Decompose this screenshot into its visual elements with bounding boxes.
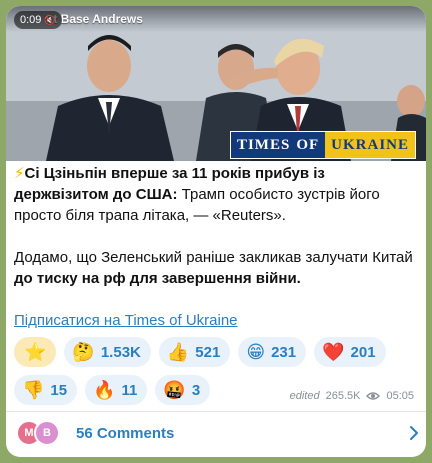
message-time: 05:05: [386, 390, 414, 402]
reaction-grin[interactable]: 😁 231: [238, 337, 307, 367]
avatar: B: [34, 420, 60, 446]
star-icon: ⭐: [24, 342, 47, 362]
reaction-angry[interactable]: 🤬 3: [155, 375, 211, 405]
duration-text: 0:09: [20, 14, 42, 26]
reaction-count: 15: [50, 381, 68, 399]
video-duration-badge: 0:09 🔇: [14, 11, 62, 29]
thumbs-down-icon: 👎: [22, 380, 45, 400]
watermark-times: TIMES: [230, 132, 297, 158]
lightning-icon: ⚡: [14, 165, 25, 182]
avatar-initial: B: [43, 427, 51, 439]
paragraph-2-bold: до тиску на рф для завершення війни.: [14, 270, 301, 287]
comments-divider: [6, 411, 426, 412]
reaction-fire[interactable]: 🔥 11: [85, 375, 148, 405]
paragraph-2: Додамо, що Зеленський раніше закликав за…: [14, 247, 418, 289]
message-bubble: nt Base Andrews 0:09 🔇 TIMES OF UKRAINE …: [6, 6, 426, 457]
heart-icon: ❤️: [322, 342, 345, 362]
reaction-count: 11: [121, 381, 138, 399]
reaction-heart[interactable]: ❤️ 201: [314, 337, 386, 367]
view-count: 265.5K: [325, 390, 361, 402]
watermark-of: OF: [296, 132, 326, 158]
thumbs-up-icon: 👍: [166, 342, 190, 362]
fire-icon: 🔥: [93, 380, 116, 400]
reactions-row-1: ⭐ 🤔 1.53K 👍 521 😁 231 ❤️ 201: [14, 337, 418, 367]
reaction-star[interactable]: ⭐: [14, 337, 57, 367]
reaction-count: 231: [271, 343, 297, 361]
reaction-thumbs-up[interactable]: 👍 521: [158, 337, 231, 367]
reaction-count: 1.53K: [100, 343, 141, 361]
paragraph-1: ⚡Сі Цзіньпін вперше за 11 років прибув і…: [14, 163, 418, 226]
reaction-thumbs-down[interactable]: 👎 15: [14, 375, 78, 405]
reaction-count: 3: [191, 381, 201, 399]
chevron-right-icon: [410, 426, 418, 440]
subscribe-link[interactable]: Підписатися на Times of Ukraine: [14, 312, 238, 329]
watermark-ukraine: UKRAINE: [325, 132, 415, 158]
eye-icon: [366, 392, 381, 400]
post-text: ⚡Сі Цзіньпін вперше за 11 років прибув і…: [14, 163, 418, 331]
thinking-icon: 🤔: [72, 342, 95, 362]
grin-icon: 😁: [246, 342, 266, 362]
reaction-count: 201: [350, 343, 376, 361]
muted-icon: 🔇: [44, 15, 56, 25]
channel-watermark: TIMES OF UKRAINE: [229, 131, 416, 159]
reaction-thinking[interactable]: 🤔 1.53K: [64, 337, 151, 367]
edited-label: edited: [289, 390, 320, 402]
comments-count: 56 Comments: [76, 424, 175, 442]
reaction-count: 521: [195, 343, 221, 361]
angry-face-icon: 🤬: [163, 380, 186, 400]
video-thumbnail[interactable]: nt Base Andrews 0:09 🔇 TIMES OF UKRAINE: [6, 6, 426, 161]
comments-button[interactable]: M B 56 Comments: [16, 418, 420, 448]
avatar-initial: M: [24, 427, 34, 439]
message-meta: edited 265.5K 05:05: [290, 390, 414, 402]
paragraph-2-text: Додамо, що Зеленський раніше закликав за…: [14, 249, 413, 266]
